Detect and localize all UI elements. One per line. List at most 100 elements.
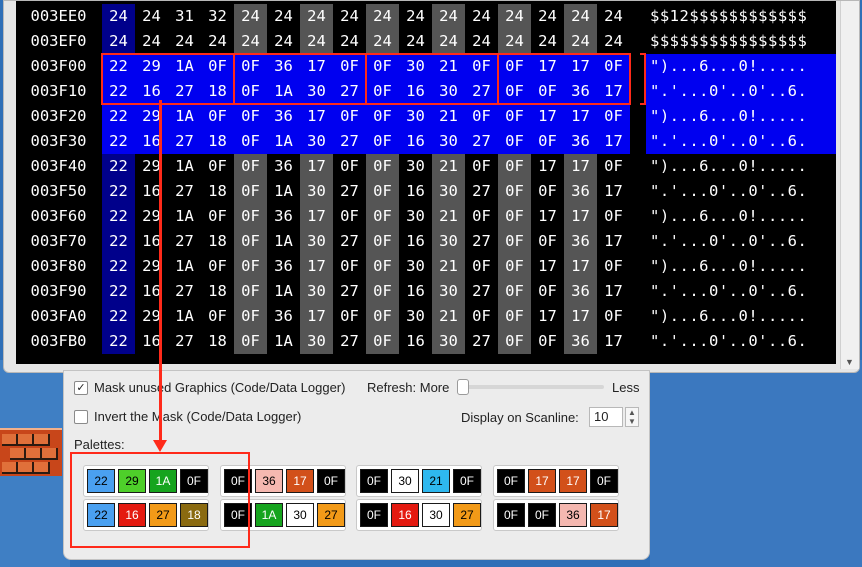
hex-byte-cell[interactable]: 0F [234, 79, 267, 104]
ascii-text[interactable]: $$$$$$$$$$$$$$$$ [646, 29, 836, 54]
hex-byte-cell[interactable]: 30 [432, 79, 465, 104]
hex-byte-cell[interactable]: 22 [102, 104, 135, 129]
hex-byte-cell[interactable]: 29 [135, 54, 168, 79]
hex-byte-cell[interactable]: 24 [399, 4, 432, 29]
hex-byte-cell[interactable]: 17 [531, 154, 564, 179]
hex-byte-cell[interactable]: 17 [597, 229, 630, 254]
hex-byte-cell[interactable]: 24 [168, 29, 201, 54]
hex-byte-cell[interactable]: 27 [168, 229, 201, 254]
hex-byte-cell[interactable]: 0F [234, 329, 267, 354]
hex-byte-cell[interactable]: 17 [531, 204, 564, 229]
palette-color-swatch[interactable]: 0F [360, 503, 388, 527]
hex-byte-cell[interactable]: 22 [102, 54, 135, 79]
palette-4[interactable]: 0F 17 17 0F [493, 465, 619, 497]
hex-byte-cell[interactable]: 17 [597, 129, 630, 154]
hex-byte-cell[interactable]: 24 [267, 4, 300, 29]
hex-byte-cell[interactable]: 0F [234, 129, 267, 154]
hex-byte-cell[interactable]: 1A [267, 279, 300, 304]
palette-3[interactable]: 0F 30 21 0F [356, 465, 482, 497]
hex-byte-cell[interactable]: 21 [432, 204, 465, 229]
hex-byte-cell[interactable]: 0F [234, 229, 267, 254]
hex-byte-cell[interactable]: 30 [432, 229, 465, 254]
refresh-slider-track[interactable] [462, 385, 604, 389]
hex-byte-cell[interactable]: 0F [366, 304, 399, 329]
hex-byte-cell[interactable]: 0F [366, 104, 399, 129]
hex-byte-cell[interactable]: 24 [465, 29, 498, 54]
palette-color-swatch[interactable]: 0F [590, 469, 618, 493]
hex-byte-cell[interactable]: 24 [201, 29, 234, 54]
hex-byte-cell[interactable]: 16 [399, 279, 432, 304]
hex-byte-cell[interactable]: 24 [300, 4, 333, 29]
mask-unused-checkbox[interactable]: ✓ [74, 381, 88, 395]
hex-byte-cell[interactable]: 24 [465, 4, 498, 29]
hex-byte-cell[interactable]: 16 [135, 229, 168, 254]
hex-byte-cell[interactable]: 36 [267, 104, 300, 129]
hex-byte-cell[interactable]: 22 [102, 204, 135, 229]
hex-row[interactable]: 003F90 22 16 27 18 0F 1A 30 27 0F 16 30 27 0F 0F 36 17 ".… [16, 279, 836, 304]
hex-byte-cell[interactable]: 0F [366, 129, 399, 154]
hex-byte-cell[interactable]: 17 [564, 254, 597, 279]
scanline-input[interactable]: 10 [589, 407, 623, 427]
hex-byte-cell[interactable]: 18 [201, 179, 234, 204]
palette-color-swatch[interactable]: 0F [360, 469, 388, 493]
hex-byte-cell[interactable]: 30 [300, 229, 333, 254]
hex-byte-cell[interactable]: 27 [168, 329, 201, 354]
ascii-text[interactable]: ")...6...0!..... [646, 304, 836, 329]
hex-byte-cell[interactable]: 27 [333, 329, 366, 354]
ascii-text[interactable]: $$12$$$$$$$$$$$$ [646, 4, 836, 29]
hex-byte-cell[interactable]: 17 [531, 304, 564, 329]
palette-color-swatch[interactable]: 30 [286, 503, 314, 527]
hex-byte-cell[interactable]: 0F [366, 154, 399, 179]
hex-byte-cell[interactable]: 0F [498, 154, 531, 179]
hex-byte-cell[interactable]: 17 [564, 104, 597, 129]
hex-byte-cell[interactable]: 31 [168, 4, 201, 29]
hex-byte-cell[interactable]: 0F [498, 279, 531, 304]
hex-byte-cell[interactable]: 1A [267, 229, 300, 254]
hex-byte-cell[interactable]: 0F [201, 254, 234, 279]
palette-color-swatch[interactable]: 36 [559, 503, 587, 527]
hex-byte-cell[interactable]: 0F [531, 129, 564, 154]
hex-byte-cell[interactable]: 27 [465, 179, 498, 204]
hex-view[interactable]: 003EE0 24 24 31 32 24 24 24 24 24 24 24 24 24 24 24 24 $$… [16, 1, 836, 364]
hex-byte-cell[interactable]: 27 [465, 229, 498, 254]
ascii-text[interactable]: ".'...0'..0'..6. [646, 129, 836, 154]
hex-byte-cell[interactable]: 1A [267, 179, 300, 204]
hex-byte-cell[interactable]: 0F [201, 304, 234, 329]
hex-byte-cell[interactable]: 36 [564, 279, 597, 304]
hex-byte-cell[interactable]: 17 [597, 79, 630, 104]
hex-byte-cell[interactable]: 27 [465, 329, 498, 354]
hex-byte-cell[interactable]: 0F [333, 254, 366, 279]
hex-byte-cell[interactable]: 1A [267, 79, 300, 104]
hex-byte-cell[interactable]: 0F [597, 204, 630, 229]
hex-byte-cell[interactable]: 24 [597, 4, 630, 29]
hex-byte-cell[interactable]: 27 [333, 229, 366, 254]
hex-byte-cell[interactable]: 30 [399, 254, 432, 279]
hex-byte-cell[interactable]: 1A [168, 254, 201, 279]
hex-byte-cell[interactable]: 36 [267, 304, 300, 329]
hex-byte-cell[interactable]: 16 [135, 179, 168, 204]
hex-byte-cell[interactable]: 1A [168, 204, 201, 229]
hex-byte-cell[interactable]: 0F [498, 79, 531, 104]
hex-byte-cell[interactable]: 30 [399, 104, 432, 129]
hex-byte-cell[interactable]: 0F [465, 104, 498, 129]
hex-byte-cell[interactable]: 17 [300, 54, 333, 79]
hex-byte-cell[interactable]: 17 [300, 154, 333, 179]
hex-byte-cell[interactable]: 24 [597, 29, 630, 54]
ascii-text[interactable]: ".'...0'..0'..6. [646, 229, 836, 254]
hex-row[interactable]: 003F50 22 16 27 18 0F 1A 30 27 0F 16 30 27 0F 0F 36 17 ".… [16, 179, 836, 204]
hex-byte-cell[interactable]: 0F [333, 104, 366, 129]
hex-byte-cell[interactable]: 24 [531, 29, 564, 54]
hex-byte-cell[interactable]: 0F [366, 179, 399, 204]
hex-byte-cell[interactable]: 18 [201, 229, 234, 254]
hex-byte-cell[interactable]: 0F [498, 104, 531, 129]
hex-row[interactable]: 003F60 22 29 1A 0F 0F 36 17 0F 0F 30 21 0F 0F 17 17 0F ")… [16, 204, 836, 229]
hex-byte-cell[interactable]: 0F [366, 254, 399, 279]
hex-byte-cell[interactable]: 24 [498, 4, 531, 29]
hex-byte-cell[interactable]: 0F [498, 129, 531, 154]
hex-byte-cell[interactable]: 30 [432, 329, 465, 354]
hex-byte-cell[interactable]: 30 [300, 329, 333, 354]
hex-byte-cell[interactable]: 21 [432, 254, 465, 279]
hex-byte-cell[interactable]: 36 [564, 129, 597, 154]
palette-color-swatch[interactable]: 27 [317, 503, 345, 527]
hex-byte-cell[interactable]: 30 [300, 129, 333, 154]
